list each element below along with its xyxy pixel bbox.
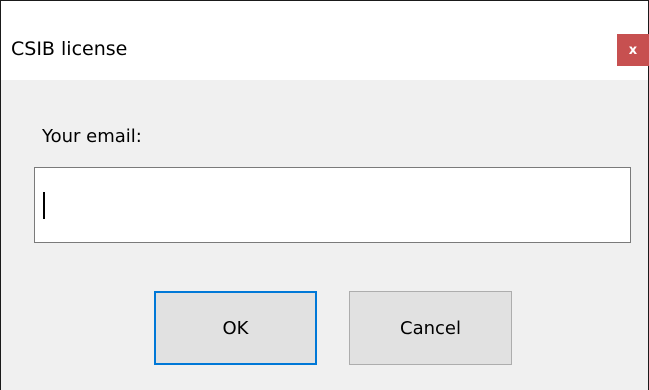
close-button[interactable]: x <box>617 34 649 66</box>
window-title: CSIB license <box>11 38 128 60</box>
cancel-button-label: Cancel <box>400 317 461 339</box>
close-icon: x <box>628 42 638 58</box>
email-label: Your email: <box>42 126 142 147</box>
license-dialog: CSIB license x Your email: OK Cancel <box>0 0 649 390</box>
cancel-button[interactable]: Cancel <box>349 291 512 365</box>
title-bar[interactable]: CSIB license x <box>1 1 649 80</box>
ok-button-label: OK <box>222 317 249 339</box>
ok-button[interactable]: OK <box>154 291 317 365</box>
email-field[interactable] <box>34 167 631 243</box>
text-caret <box>43 192 45 219</box>
